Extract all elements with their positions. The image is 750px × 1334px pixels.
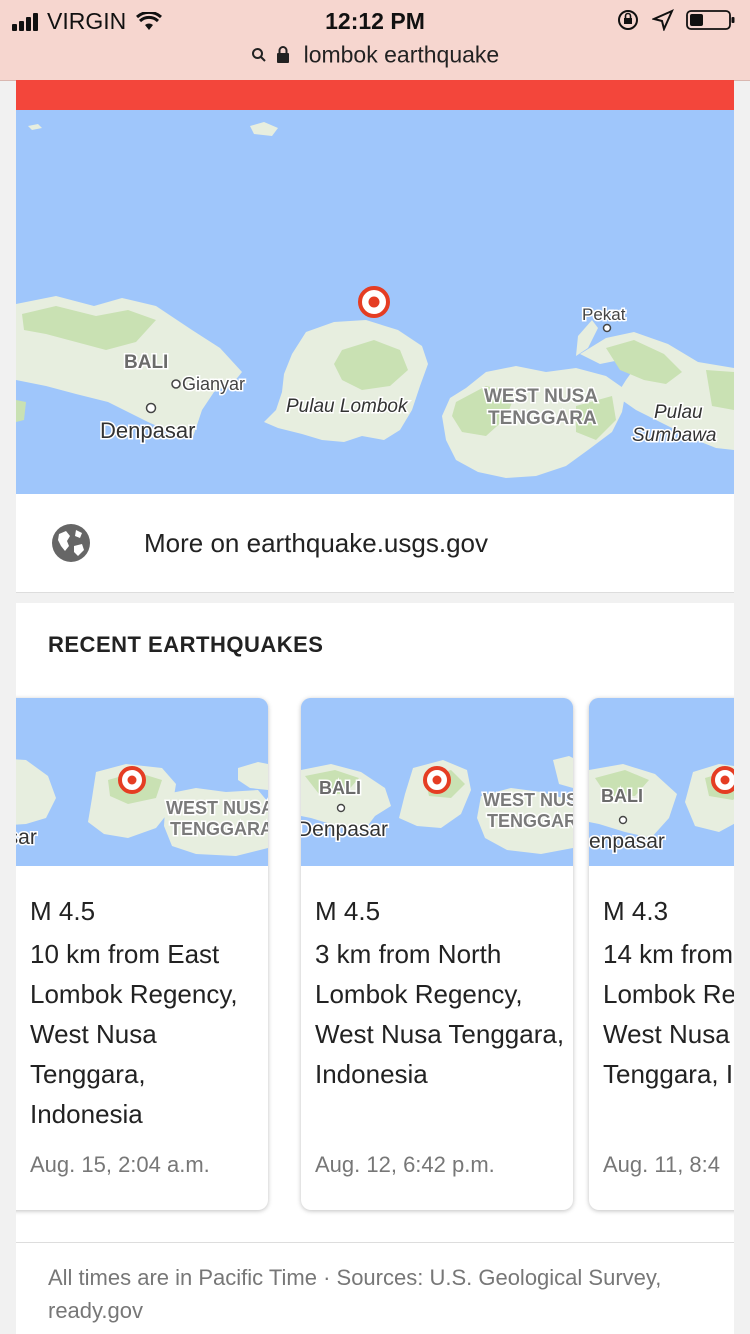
map-label-tenggara: TENGGARA (488, 408, 597, 429)
card-map-label: BALI (601, 786, 643, 806)
rotation-lock-icon (618, 10, 638, 30)
map-label-pulau: Pulau (654, 402, 703, 423)
card-location: 3 km from North Lombok Regency, West Nus… (315, 939, 565, 1089)
card-map: LI asar WEST NUSA TENGGARA (16, 698, 268, 866)
url-bar[interactable]: lombok earthquake (0, 40, 750, 68)
more-info-link[interactable]: More on earthquake.usgs.gov (16, 494, 734, 593)
earthquake-card[interactable]: LI asar WEST NUSA TENGGARA M 4.5 10 km f… (16, 698, 268, 1210)
map-label-sumbawa: Sumbawa (632, 425, 717, 446)
card-location: 10 km from East Lombok Regency, West Nus… (30, 939, 238, 1129)
card-map-label: TENGGAR (487, 811, 573, 831)
card-magnitude: M 4.3 (603, 896, 669, 926)
map-label-west-nusa: WEST NUSA (484, 386, 598, 407)
card-location: 14 km from North Lombok Regency, West Nu… (603, 939, 734, 1089)
sources-footer: All times are in Pacific Time · Sources:… (16, 1242, 734, 1334)
lock-icon (277, 45, 290, 63)
card-map-label: WEST NUSA (166, 798, 268, 818)
location-arrow-icon (652, 9, 674, 31)
card-map-label: TENGGARA (170, 819, 268, 839)
globe-icon (52, 524, 90, 562)
map-label-pekat: Pekat (582, 305, 626, 324)
card-magnitude: M 4.5 (30, 896, 96, 926)
card-map-label: Denpasar (301, 818, 388, 841)
card-map: BALI Denpasar WEST NUS TENGGAR (301, 698, 573, 866)
results-card: BALI Gianyar Denpasar Pulau Lombok WEST … (16, 80, 734, 1334)
card-map-label: WEST NUS (483, 790, 573, 810)
search-icon (251, 47, 266, 62)
map-label-lombok: Pulau Lombok (286, 396, 409, 417)
browser-status-bar: VIRGIN 12:12 PM lombok earthquake (0, 0, 750, 81)
more-info-label: More on earthquake.usgs.gov (144, 528, 488, 558)
map-label-gianyar: Gianyar (182, 374, 245, 394)
earthquake-card[interactable]: BALI enpasar M 4.3 14 km from North Lomb… (589, 698, 734, 1210)
card-magnitude: M 4.5 (315, 896, 381, 926)
section-divider (16, 593, 734, 603)
sources-text: All times are in Pacific Time · Sources:… (48, 1265, 662, 1323)
card-map-label: asar (16, 826, 37, 849)
alert-bar (16, 80, 734, 110)
earthquake-card[interactable]: BALI Denpasar WEST NUS TENGGAR M 4.5 3 k… (301, 698, 573, 1210)
battery-icon (686, 10, 735, 30)
card-map: BALI enpasar (589, 698, 734, 866)
card-date: Aug. 15, 2:04 a.m. (30, 1152, 210, 1177)
card-date: Aug. 11, 8:4 (603, 1152, 721, 1177)
map-label-bali: BALI (124, 352, 168, 373)
section-title: RECENT EARTHQUAKES (48, 632, 324, 657)
map-label-denpasar: Denpasar (100, 418, 195, 443)
recent-earthquakes-carousel[interactable]: LI asar WEST NUSA TENGGARA M 4.5 10 km f… (16, 698, 734, 1212)
earthquake-map[interactable]: BALI Gianyar Denpasar Pulau Lombok WEST … (16, 110, 734, 494)
card-map-label: BALI (319, 778, 361, 798)
url-query: lombok earthquake (303, 41, 500, 68)
status-right (616, 8, 736, 32)
card-map-label: enpasar (589, 830, 665, 853)
card-date: Aug. 12, 6:42 p.m. (315, 1152, 495, 1177)
